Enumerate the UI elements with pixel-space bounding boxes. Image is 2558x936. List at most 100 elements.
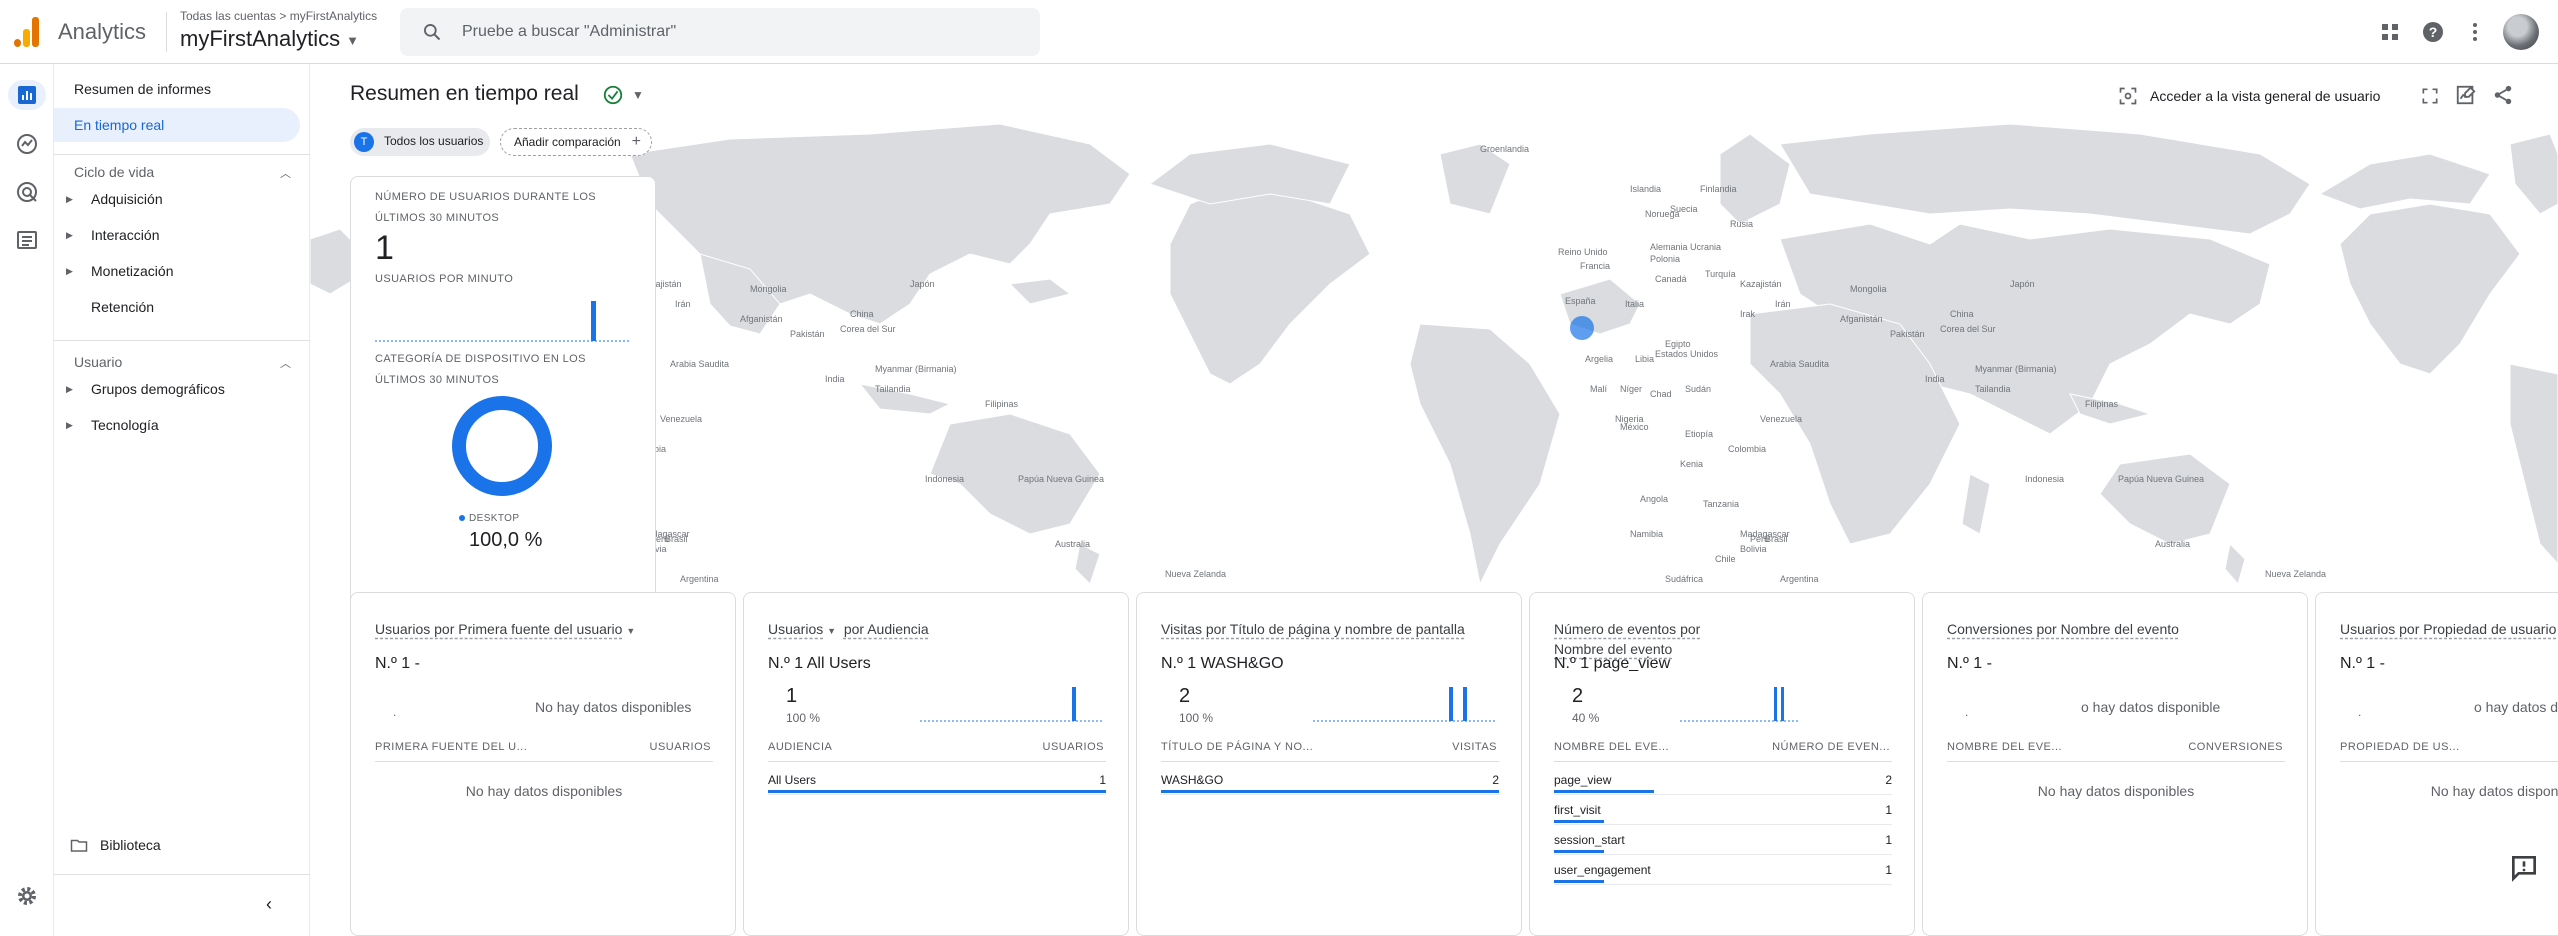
reports-icon[interactable] [15,83,39,107]
top-rank-label: N.º 1 - [375,655,420,672]
table-row[interactable]: first_visit 1 [1554,795,1892,825]
user-overview-link[interactable]: Acceder a la vista general de usuario [2150,88,2380,104]
nav-item-retention[interactable]: Retención [54,290,300,324]
user-snapshot-icon[interactable] [2118,86,2138,106]
map-label: México [1620,422,1649,432]
map-label: Tailandia [1975,384,2011,394]
top-value: 1 [786,685,798,707]
device-donut-chart[interactable] [451,395,553,497]
column-header[interactable]: TÍTULO DE PÁGINA Y NO... [1161,741,1313,753]
table-row[interactable]: page_view 2 [1554,765,1892,795]
card-title[interactable]: Número de eventos por Nombre del evento [1554,619,1700,659]
table-no-data: No hay datos disponibles [2037,783,2195,799]
nav-library[interactable]: Biblioteca [54,828,300,862]
report-card: Usuarios ▼ por Audiencia N.º 1 All Users 1… [743,592,1129,936]
map-label: Angola [1640,494,1669,504]
legend-dot [459,515,465,521]
card-title[interactable]: Usuarios por Primera fuente del usuario … [375,619,635,641]
map-label: Malí [1590,384,1608,394]
chevron-down-icon[interactable]: ▼ [632,88,644,102]
map-label: Italia [1625,299,1645,309]
nav-item-acquisition[interactable]: ▶ Adquisición [54,182,300,216]
search-input[interactable] [462,8,1022,56]
feedback-icon[interactable] [2508,852,2540,884]
column-header[interactable]: PROPIEDAD DE US... [2340,741,2460,753]
map-label: China [1950,309,1974,319]
explore-icon[interactable] [15,132,39,156]
card-title[interactable]: Usuarios por Propiedad de usuario [2340,619,2556,639]
comparison-chip-all-users[interactable]: T Todos los usuarios [350,128,490,156]
share-icon[interactable] [2492,84,2514,106]
row-value: 2 [1492,773,1499,787]
account-avatar[interactable] [2503,14,2539,50]
card-sparkline[interactable] [1313,683,1497,723]
chevron-up-icon[interactable]: ︿ [280,355,291,371]
map-label: Indonesia [2025,474,2065,484]
column-header[interactable]: PRIMERA FUENTE DEL U... [375,741,527,753]
map-label: Mongolia [1850,284,1887,294]
card-title[interactable]: Conversiones por Nombre del evento [1947,619,2179,639]
users-30min-caption: NÚMERO DE USUARIOS DURANTE LOS ÚLTIMOS 3… [375,191,597,224]
nav-reports-snapshot[interactable]: Resumen de informes [54,72,300,106]
analytics-logo-icon[interactable] [14,17,40,47]
users-per-minute-chart[interactable] [375,297,631,343]
app-name: Analytics [58,19,147,44]
report-card: Conversiones por Nombre del evento N.º 1 … [1922,592,2308,936]
advertising-icon[interactable] [15,180,39,204]
nav-item-engagement[interactable]: ▶ Interacción [54,218,300,252]
column-header[interactable]: VISITAS [1452,741,1497,753]
nav-section-user[interactable]: Usuario [74,354,122,370]
card-title[interactable]: Usuarios ▼ por Audiencia [768,619,929,641]
column-header[interactable]: NÚMERO DE EVEN... [1772,741,1890,753]
apps-grid-icon[interactable] [2378,20,2402,44]
nav-item-monetization[interactable]: ▶ Monetización [54,254,300,288]
column-header[interactable]: NOMBRE DEL EVE... [1554,741,1669,753]
more-vert-icon[interactable] [2463,20,2487,44]
fullscreen-icon[interactable] [2420,86,2440,106]
configure-list-icon[interactable] [15,228,39,252]
customize-report-icon[interactable] [2455,84,2477,106]
row-value: 1 [1885,833,1892,847]
header-divider [375,761,713,762]
column-header[interactable]: USUARIOS [650,741,711,753]
map-label: Finlandia [1700,184,1737,194]
nav-realtime[interactable]: En tiempo real [54,108,300,142]
card-sparkline[interactable] [920,683,1104,723]
collapse-nav-icon[interactable]: ‹ [266,894,272,915]
table-row[interactable]: All Users 1 [768,765,1106,795]
minute-bar[interactable] [591,301,596,341]
row-name: session_start [1554,833,1625,847]
column-header[interactable]: AUDIENCIA [768,741,832,753]
map-label: Canadá [1655,274,1687,284]
column-header[interactable]: NOMBRE DEL EVE... [1947,741,2062,753]
map-label: Myanmar (Birmania) [1975,364,2057,374]
card-sparkline[interactable] [1680,683,1798,723]
property-selector[interactable]: myFirstAnalytics ▼ [180,26,359,52]
help-icon[interactable]: ? [2421,20,2445,44]
card-title[interactable]: Visitas por Título de página y nombre de… [1161,619,1465,639]
map-label: Venezuela [1760,414,1803,424]
column-header[interactable]: USUARIOS [1043,741,1104,753]
map-label: Irak [1740,309,1756,319]
column-header[interactable]: CONVERSIONES [2188,741,2283,753]
add-comparison-button[interactable]: Añadir comparación + [500,128,652,156]
map-label: Mongolia [750,284,787,294]
nav-section-lifecycle[interactable]: Ciclo de vida [74,164,154,180]
settings-gear-icon[interactable] [15,884,39,908]
chevron-up-icon[interactable]: ︿ [280,165,291,181]
nav-item-technology[interactable]: ▶ Tecnología [54,408,300,442]
row-value: 1 [1885,863,1892,877]
map-label: Nueva Zelanda [1165,569,1227,579]
map-label: Indonesia [925,474,965,484]
map-label: Afganistán [740,314,783,324]
check-circle-icon[interactable] [602,84,624,106]
map-label: China [850,309,874,319]
table-row[interactable]: user_engagement 1 [1554,855,1892,885]
table-row[interactable]: WASH&GO 2 [1161,765,1499,795]
table-row[interactable]: session_start 1 [1554,825,1892,855]
account-breadcrumb[interactable]: Todas las cuentas > myFirstAnalytics [180,9,377,23]
nav-item-demographics[interactable]: ▶ Grupos demográficos [54,372,300,406]
search-bar[interactable] [400,8,1040,56]
nav-divider [54,874,310,875]
active-user-marker[interactable] [1570,316,1594,340]
